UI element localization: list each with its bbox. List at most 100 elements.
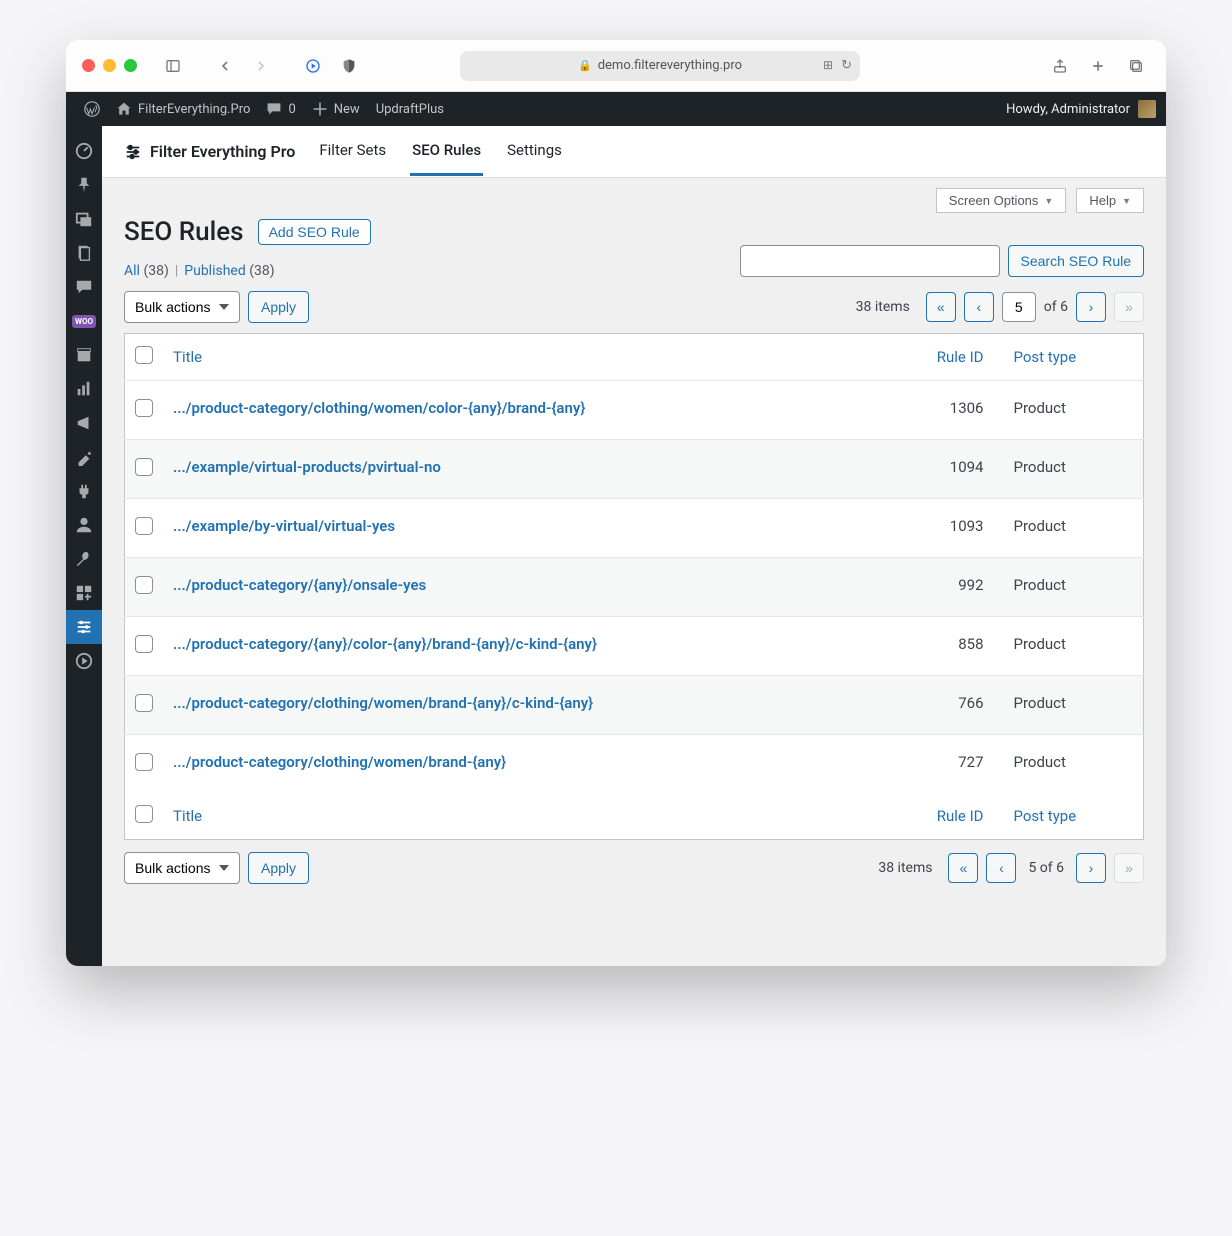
row-title-link[interactable]: .../example/virtual-products/pvirtual-no [173, 458, 441, 476]
users-icon[interactable] [66, 508, 102, 542]
plugins-icon[interactable] [66, 474, 102, 508]
pin-icon[interactable] [66, 168, 102, 202]
autoplay-icon[interactable] [299, 52, 327, 80]
row-title-link[interactable]: .../product-category/clothing/women/bran… [173, 753, 506, 771]
current-page-input[interactable] [1002, 292, 1036, 322]
woocommerce-icon[interactable]: WOO [66, 304, 102, 338]
row-title-link[interactable]: .../product-category/{any}/onsale-yes [173, 576, 426, 594]
row-checkbox[interactable] [135, 753, 153, 771]
bulk-actions-select[interactable]: Bulk actions [124, 291, 240, 323]
add-seo-rule-button[interactable]: Add SEO Rule [258, 219, 371, 245]
apply-button-bottom[interactable]: Apply [248, 852, 309, 884]
new-tab-icon[interactable] [1084, 52, 1112, 80]
back-icon[interactable] [211, 52, 239, 80]
howdy-text[interactable]: Howdy, Administrator [1006, 102, 1130, 117]
marketing-icon[interactable] [66, 406, 102, 440]
close-window-icon[interactable] [82, 59, 95, 72]
help-button[interactable]: Help [1076, 188, 1144, 213]
select-all-checkbox-bottom[interactable] [135, 805, 153, 823]
col-title-foot[interactable]: Title [163, 793, 894, 840]
url-host: demo.filtereverything.pro [598, 58, 742, 73]
bulk-actions-select-bottom[interactable]: Bulk actions [124, 852, 240, 884]
row-title-link[interactable]: .../example/by-virtual/virtual-yes [173, 517, 395, 535]
tab-settings[interactable]: Settings [505, 127, 564, 176]
row-post-type: Product [1004, 676, 1144, 735]
tools-icon[interactable] [66, 542, 102, 576]
wp-admin-bar: FilterEverything.Pro 0 New UpdraftPlus H… [66, 92, 1166, 126]
sidebar-toggle-icon[interactable] [159, 52, 187, 80]
row-post-type: Product [1004, 558, 1144, 617]
row-rule-id: 1306 [894, 381, 1004, 440]
apply-button[interactable]: Apply [248, 291, 309, 323]
col-title[interactable]: Title [163, 334, 894, 381]
pages-icon[interactable] [66, 236, 102, 270]
row-checkbox[interactable] [135, 399, 153, 417]
col-rule-id-foot[interactable]: Rule ID [894, 793, 1004, 840]
next-page-button[interactable]: › [1076, 292, 1106, 322]
reload-icon[interactable]: ↻ [841, 58, 852, 73]
minimize-window-icon[interactable] [103, 59, 116, 72]
select-all-checkbox[interactable] [135, 346, 153, 364]
site-link[interactable]: FilterEverything.Pro [108, 92, 258, 126]
table-row: .../product-category/clothing/women/bran… [125, 676, 1144, 735]
privacy-shield-icon[interactable] [335, 52, 363, 80]
first-page-button[interactable]: « [926, 292, 956, 322]
search-button[interactable]: Search SEO Rule [1008, 245, 1145, 277]
tab-seo-rules[interactable]: SEO Rules [410, 127, 483, 176]
row-checkbox[interactable] [135, 458, 153, 476]
media-icon[interactable] [66, 202, 102, 236]
prev-page-button-bottom[interactable]: ‹ [986, 853, 1016, 883]
wp-sidebar: WOO [66, 126, 102, 966]
last-page-button[interactable]: » [1114, 292, 1144, 322]
next-page-button-bottom[interactable]: › [1076, 853, 1106, 883]
wp-logo-icon[interactable] [76, 92, 108, 126]
row-title-link[interactable]: .../product-category/{any}/color-{any}/b… [173, 635, 597, 653]
forward-icon[interactable] [247, 52, 275, 80]
row-rule-id: 766 [894, 676, 1004, 735]
col-post-type-foot[interactable]: Post type [1004, 793, 1144, 840]
tabs-overview-icon[interactable] [1122, 52, 1150, 80]
collapse-menu-icon[interactable] [66, 644, 102, 678]
comments-count: 0 [288, 102, 295, 117]
search-input[interactable] [740, 245, 1000, 277]
analytics-icon[interactable] [66, 372, 102, 406]
table-row: .../product-category/{any}/color-{any}/b… [125, 617, 1144, 676]
row-checkbox[interactable] [135, 576, 153, 594]
comments-link[interactable]: 0 [258, 92, 303, 126]
dashboard-icon[interactable] [66, 134, 102, 168]
row-post-type: Product [1004, 381, 1144, 440]
first-page-button-bottom[interactable]: « [948, 853, 978, 883]
table-row: .../product-category/clothing/women/bran… [125, 735, 1144, 794]
plugin-nav: Filter Everything Pro Filter Sets SEO Ru… [102, 126, 1166, 178]
comments-icon[interactable] [66, 270, 102, 304]
avatar[interactable] [1138, 100, 1156, 118]
row-title-link[interactable]: .../product-category/clothing/women/colo… [173, 399, 585, 417]
screen-options-button[interactable]: Screen Options [936, 188, 1067, 213]
site-name: FilterEverything.Pro [138, 102, 250, 117]
row-checkbox[interactable] [135, 635, 153, 653]
new-content-link[interactable]: New [304, 92, 368, 126]
maximize-window-icon[interactable] [124, 59, 137, 72]
translate-icon[interactable]: ⊞ [823, 58, 833, 73]
row-title-link[interactable]: .../product-category/clothing/women/bran… [173, 694, 593, 712]
titlebar: 🔒 demo.filtereverything.pro ⊞ ↻ [66, 40, 1166, 92]
products-icon[interactable] [66, 338, 102, 372]
row-checkbox[interactable] [135, 517, 153, 535]
settings-widgets-icon[interactable] [66, 576, 102, 610]
page-title: SEO Rules [124, 217, 244, 247]
row-checkbox[interactable] [135, 694, 153, 712]
filter-all[interactable]: All [124, 263, 140, 279]
prev-page-button[interactable]: ‹ [964, 292, 994, 322]
appearance-icon[interactable] [66, 440, 102, 474]
items-count: 38 items [856, 299, 910, 315]
updraft-link[interactable]: UpdraftPlus [368, 92, 452, 126]
filter-published[interactable]: Published [184, 263, 245, 279]
tab-filter-sets[interactable]: Filter Sets [317, 127, 388, 176]
url-bar[interactable]: 🔒 demo.filtereverything.pro ⊞ ↻ [460, 51, 860, 81]
col-rule-id[interactable]: Rule ID [894, 334, 1004, 381]
last-page-button-bottom[interactable]: » [1114, 853, 1144, 883]
col-post-type[interactable]: Post type [1004, 334, 1144, 381]
row-post-type: Product [1004, 440, 1144, 499]
filter-everything-icon[interactable] [66, 610, 102, 644]
share-icon[interactable] [1046, 52, 1074, 80]
